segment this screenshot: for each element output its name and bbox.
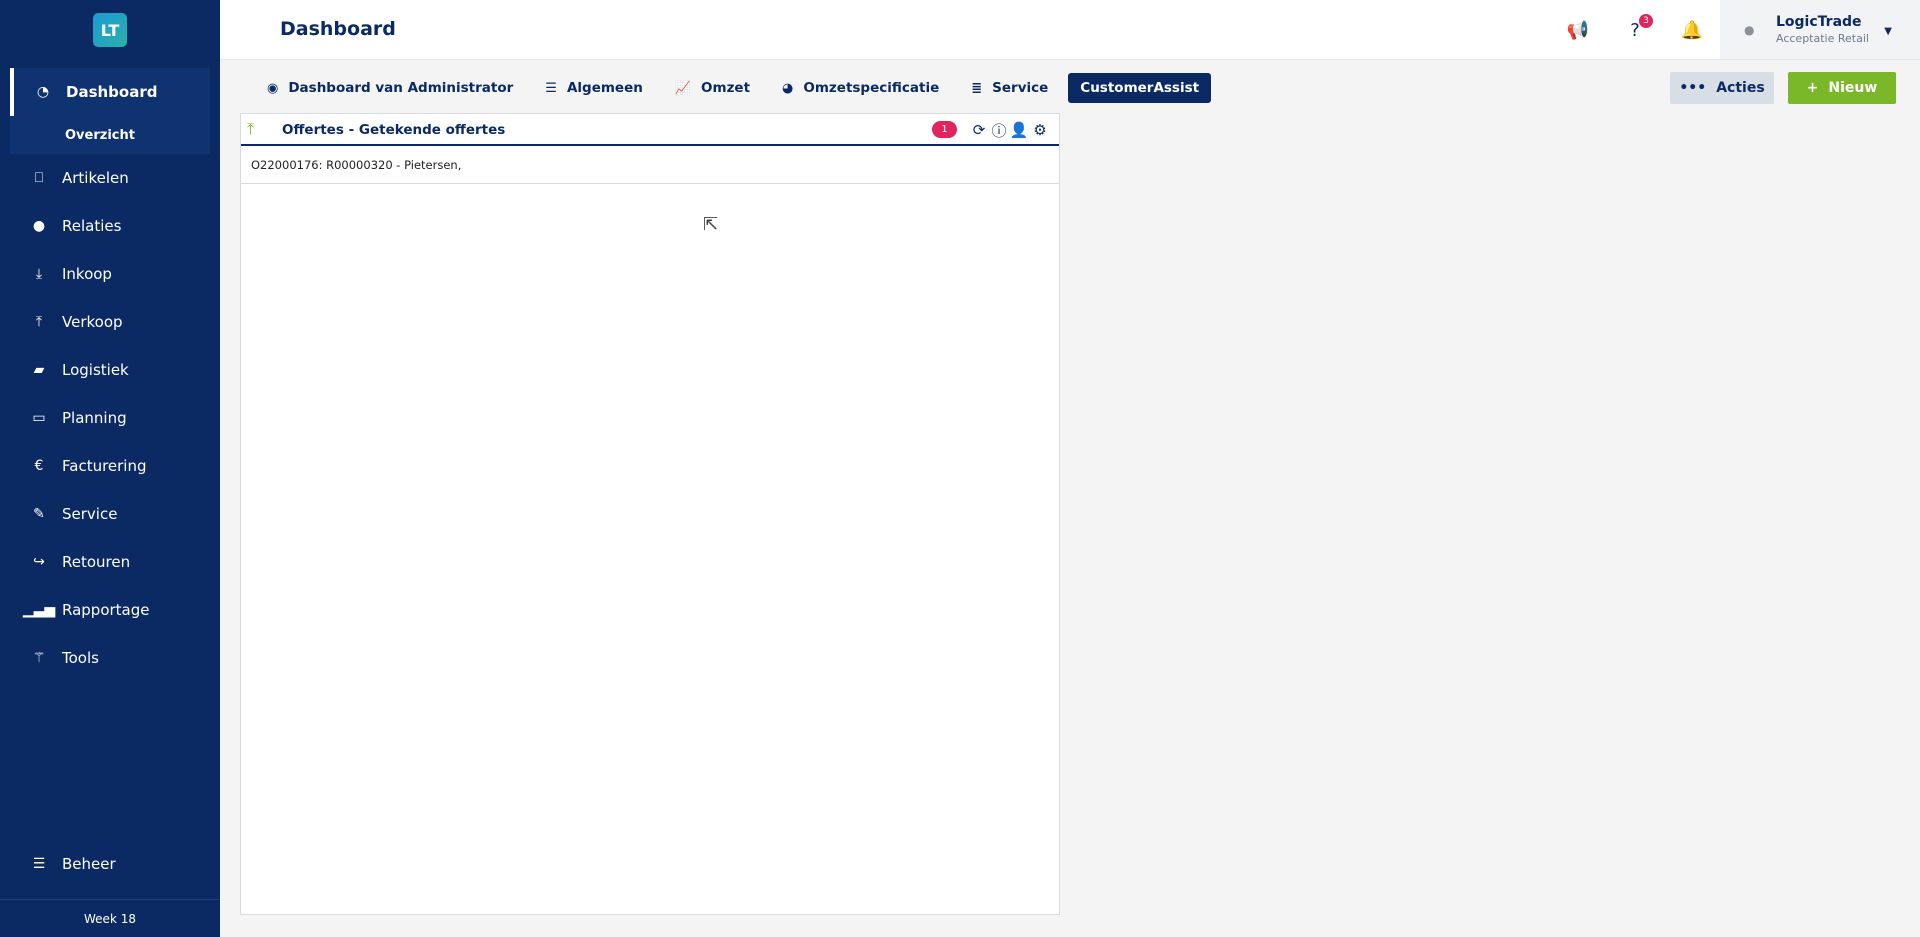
sidebar-item-service[interactable]: ✎ Service: [0, 490, 220, 538]
sidebar-item-label: Dashboard: [66, 83, 158, 101]
sidebar-item-planning[interactable]: ▭ Planning: [0, 394, 220, 442]
user-icon[interactable]: 👤: [1010, 121, 1029, 139]
sidebar-item-label: Inkoop: [62, 265, 112, 283]
sidebar-item-retouren[interactable]: ↪ Retouren: [0, 538, 220, 586]
user-environment: Acceptatie Retail: [1776, 32, 1869, 45]
dashboard-gauge-icon: ◔: [36, 84, 50, 100]
line-chart-icon: 📈: [674, 80, 692, 96]
ellipsis-icon: •••: [1679, 80, 1707, 96]
sliders-icon: ☰: [32, 856, 46, 872]
sidebar-subitem-overzicht[interactable]: Overzicht: [10, 116, 210, 154]
sidebar-item-label: Relaties: [62, 217, 122, 235]
tab-label: Omzetspecificatie: [803, 80, 940, 96]
sidebar-item-label: Verkoop: [62, 313, 123, 331]
bell-icon[interactable]: 🔔: [1680, 18, 1704, 42]
sidebar-item-logistiek[interactable]: ▰ Logistiek: [0, 346, 220, 394]
widget-header: ⤒ Offertes - Getekende offertes 1 ⟳ ⓘ 👤 …: [241, 114, 1059, 146]
calendar-icon: ▭: [32, 410, 46, 426]
share-arrow-icon: ↪: [33, 554, 45, 570]
help-icon[interactable]: ? 3: [1623, 14, 1653, 42]
server-icon: ≣: [971, 80, 983, 96]
upload-arrow-icon: ⤒: [247, 119, 255, 138]
tab-label: Algemeen: [566, 80, 643, 96]
tab-customerassist[interactable]: CustomerAssist: [1068, 73, 1212, 103]
list-icon: ☰: [545, 80, 557, 96]
sidebar-item-label: Tools: [62, 649, 99, 667]
top-header: Dashboard 📢 ? 3 🔔 ● LogicTrade Acceptati…: [220, 0, 1920, 60]
mouse-cursor-icon: ⇱: [703, 214, 719, 235]
page-title: Dashboard: [280, 18, 396, 40]
sidebar-item-label: Service: [62, 505, 118, 523]
truck-icon: ▰: [33, 362, 45, 378]
magic-wand-icon: ⚚: [32, 650, 46, 666]
tab-dashboard-van-administrator[interactable]: ◉ Dashboard van Administrator: [255, 73, 525, 103]
week-indicator: Week 18: [0, 899, 220, 937]
sidebar-item-rapportage[interactable]: ▁▃▅ Rapportage: [0, 586, 220, 634]
tab-label: Dashboard van Administrator: [288, 80, 514, 96]
sidebar-item-label: Logistiek: [62, 361, 129, 379]
sidebar-item-dashboard[interactable]: ◔ Dashboard: [10, 68, 210, 116]
sidebar-item-verkoop[interactable]: ⤒ Verkoop: [0, 298, 220, 346]
sidebar-nav: ◔ Dashboard Overzicht ⎕ Artikelen ● Rela…: [0, 68, 220, 682]
sidebar-item-relaties[interactable]: ● Relaties: [0, 202, 220, 250]
dashboard-tabs: ◉ Dashboard van Administrator ☰ Algemeen…: [255, 72, 1219, 104]
sidebar-item-beheer[interactable]: ☰ Beheer: [0, 840, 116, 888]
tab-label: Omzet: [701, 80, 751, 96]
caret-down-icon: ▼: [1884, 26, 1892, 37]
megaphone-icon[interactable]: 📢: [1566, 18, 1590, 42]
user-circle-icon: ◉: [267, 80, 279, 96]
sidebar-item-label: Artikelen: [62, 169, 129, 187]
sidebar-item-inkoop[interactable]: ⤓ Inkoop: [0, 250, 220, 298]
sidebar-item-label: Beheer: [62, 855, 116, 873]
sidebar-item-label: Retouren: [62, 553, 131, 571]
tab-omzetspecificatie[interactable]: ◕ Omzetspecificatie: [770, 73, 951, 103]
sidebar-item-label: Rapportage: [62, 601, 150, 619]
refresh-icon[interactable]: ⟳: [970, 121, 988, 139]
logo-area: LT: [0, 0, 220, 60]
widget-count-badge: 1: [932, 121, 957, 138]
sidebar-item-label: Planning: [62, 409, 127, 427]
euro-icon: €: [34, 458, 44, 474]
user-info: LogicTrade Acceptatie Retail: [1776, 14, 1869, 45]
pie-chart-icon: ◕: [782, 80, 794, 96]
logictrade-logo[interactable]: LT: [93, 13, 127, 47]
nieuw-label: Nieuw: [1828, 80, 1878, 96]
tab-omzet[interactable]: 📈 Omzet: [663, 73, 762, 103]
download-icon: ⤓: [35, 266, 43, 282]
sidebar-item-label: Facturering: [62, 457, 147, 475]
acties-label: Acties: [1716, 80, 1765, 96]
sidebar: LT ◔ Dashboard Overzicht ⎕ Artikelen ● R…: [0, 0, 220, 937]
sidebar-item-facturering[interactable]: € Facturering: [0, 442, 220, 490]
upload-icon: ⤒: [35, 314, 43, 330]
info-icon[interactable]: ⓘ: [990, 121, 1008, 140]
offertes-widget: ⤒ Offertes - Getekende offertes 1 ⟳ ⓘ 👤 …: [240, 113, 1060, 915]
user-name: LogicTrade: [1776, 14, 1862, 30]
plus-icon: +: [1806, 80, 1819, 96]
tab-label: Service: [992, 80, 1049, 96]
help-badge: 3: [1639, 14, 1653, 28]
widget-title[interactable]: Offertes - Getekende offertes: [282, 122, 505, 138]
nieuw-button[interactable]: + Nieuw: [1788, 72, 1896, 104]
person-icon: ●: [32, 218, 46, 234]
acties-button[interactable]: ••• Acties: [1670, 72, 1774, 104]
user-avatar-icon: ●: [1744, 22, 1755, 37]
sidebar-item-tools[interactable]: ⚚ Tools: [0, 634, 220, 682]
bar-signal-icon: ▁▃▅: [22, 602, 56, 618]
list-item[interactable]: O22000176: R00000320 - Pietersen,: [241, 146, 1059, 184]
sidebar-item-artikelen[interactable]: ⎕ Artikelen: [0, 154, 220, 202]
wrench-icon: ✎: [33, 506, 45, 522]
user-menu[interactable]: ● LogicTrade Acceptatie Retail ▼: [1720, 0, 1920, 59]
tab-algemeen[interactable]: ☰ Algemeen: [533, 73, 655, 103]
tab-label: CustomerAssist: [1080, 80, 1200, 96]
tab-service[interactable]: ≣ Service: [959, 73, 1060, 103]
inbox-icon: ⎕: [34, 170, 44, 186]
settings-gear-icon[interactable]: ⚙: [1031, 121, 1049, 139]
